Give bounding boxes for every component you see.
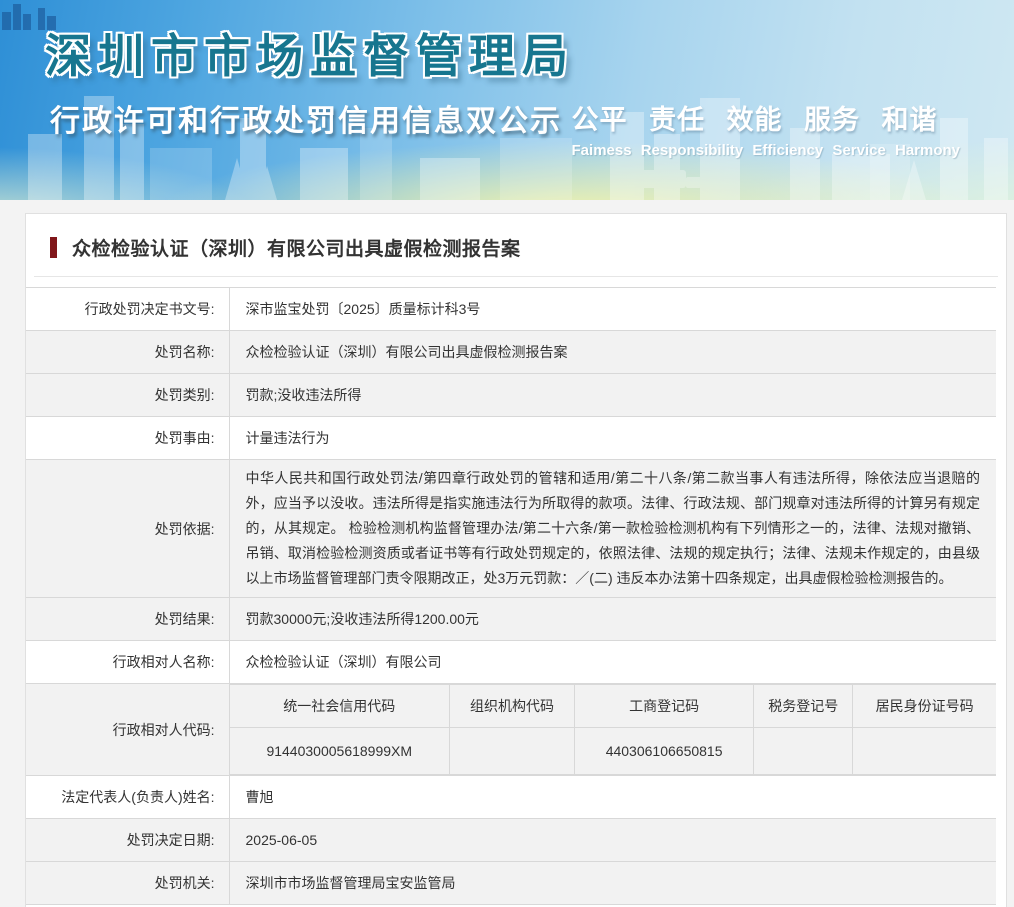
row-value: 深市监宝处罚〔2025〕质量标计科3号: [229, 288, 996, 331]
row-value: 罚款;没收违法所得: [229, 374, 996, 417]
row-value: 统一社会信用代码 组织机构代码 工商登记码 税务登记号 居民身份证号码 9144…: [229, 684, 996, 776]
org-title: 深圳市市场监督管理局: [45, 20, 575, 86]
case-title: 众检检验认证（深圳）有限公司出具虚假检测报告案: [72, 234, 521, 261]
row-value: 中华人民共和国行政处罚法/第四章行政处罚的管辖和适用/第二十八条/第二款当事人有…: [229, 460, 996, 598]
row-label: 法定代表人(负责人)姓名:: [26, 776, 229, 819]
code-header-credit-code: 统一社会信用代码: [230, 685, 450, 728]
row-label: 行政相对人代码:: [26, 684, 229, 776]
counterpart-code-table: 统一社会信用代码 组织机构代码 工商登记码 税务登记号 居民身份证号码 9144…: [230, 684, 997, 775]
table-row-penalty-authority: 处罚机关: 深圳市市场监督管理局宝安监管局: [26, 862, 996, 905]
code-value-credit-code: 9144030005618999XM: [230, 728, 450, 775]
title-marker: [50, 237, 57, 258]
case-header: 众检检验认证（深圳）有限公司出具虚假检测报告案: [34, 214, 998, 277]
banner-subtitle: 行政许可和行政处罚信用信息双公示: [50, 96, 562, 140]
code-header-org-code: 组织机构代码: [449, 685, 574, 728]
row-label: 处罚名称:: [26, 331, 229, 374]
row-value: 曹旭: [229, 776, 996, 819]
table-row-penalty-decision-doc-number: 行政处罚决定书文号: 深市监宝处罚〔2025〕质量标计科3号: [26, 288, 996, 331]
slogan-block: 公平 责任 效能 服务 和谐 Faimess Responsibility Ef…: [572, 98, 960, 159]
content-box: 众检检验认证（深圳）有限公司出具虚假检测报告案 行政处罚决定书文号: 深市监宝处…: [25, 213, 1007, 907]
row-label: 处罚决定日期:: [26, 819, 229, 862]
table-row-penalty-result: 处罚结果: 罚款30000元;没收违法所得1200.00元: [26, 598, 996, 641]
row-value: 众检检验认证（深圳）有限公司出具虚假检测报告案: [229, 331, 996, 374]
row-label: 处罚事由:: [26, 417, 229, 460]
row-label: 处罚类别:: [26, 374, 229, 417]
row-value: 罚款30000元;没收违法所得1200.00元: [229, 598, 996, 641]
row-value: 2025-06-05: [229, 819, 996, 862]
table-row-penalty-name: 处罚名称: 众检检验认证（深圳）有限公司出具虚假检测报告案: [26, 331, 996, 374]
row-label: 处罚机关:: [26, 862, 229, 905]
table-row-counterpart-name: 行政相对人名称: 众检检验认证（深圳）有限公司: [26, 641, 996, 684]
table-row-penalty-reason: 处罚事由: 计量违法行为: [26, 417, 996, 460]
row-label: 处罚结果:: [26, 598, 229, 641]
code-value-tax-reg: [754, 728, 853, 775]
code-value-business-reg: 440306106650815: [574, 728, 753, 775]
code-value-id-number: [853, 728, 996, 775]
table-row-penalty-basis: 处罚依据: 中华人民共和国行政处罚法/第四章行政处罚的管辖和适用/第二十八条/第…: [26, 460, 996, 598]
row-value: 深圳市市场监督管理局宝安监管局: [229, 862, 996, 905]
row-label: 行政相对人名称:: [26, 641, 229, 684]
code-value-org-code: [449, 728, 574, 775]
table-row-legal-representative: 法定代表人(负责人)姓名: 曹旭: [26, 776, 996, 819]
table-row-counterpart-codes: 行政相对人代码: 统一社会信用代码 组织机构代码 工商登记码 税务登记号 居民身…: [26, 684, 996, 776]
row-label: 行政处罚决定书文号:: [26, 288, 229, 331]
site-banner: 深圳市市场监督管理局 行政许可和行政处罚信用信息双公示 公平 责任 效能 服务 …: [0, 0, 1014, 200]
code-header-id-number: 居民身份证号码: [853, 685, 996, 728]
code-table-header-row: 统一社会信用代码 组织机构代码 工商登记码 税务登记号 居民身份证号码: [230, 685, 997, 728]
code-header-tax-reg: 税务登记号: [754, 685, 853, 728]
row-value: 众检检验认证（深圳）有限公司: [229, 641, 996, 684]
penalty-info-table: 行政处罚决定书文号: 深市监宝处罚〔2025〕质量标计科3号 处罚名称: 众检检…: [26, 287, 996, 905]
table-row-penalty-decision-date: 处罚决定日期: 2025-06-05: [26, 819, 996, 862]
row-label: 处罚依据:: [26, 460, 229, 598]
row-value: 计量违法行为: [229, 417, 996, 460]
slogan-chinese: 公平 责任 效能 服务 和谐: [572, 98, 960, 137]
table-row-penalty-category: 处罚类别: 罚款;没收违法所得: [26, 374, 996, 417]
code-header-business-reg: 工商登记码: [574, 685, 753, 728]
slogan-english: Faimess Responsibility Efficiency Servic…: [572, 142, 960, 159]
code-table-value-row: 9144030005618999XM 440306106650815: [230, 728, 997, 775]
